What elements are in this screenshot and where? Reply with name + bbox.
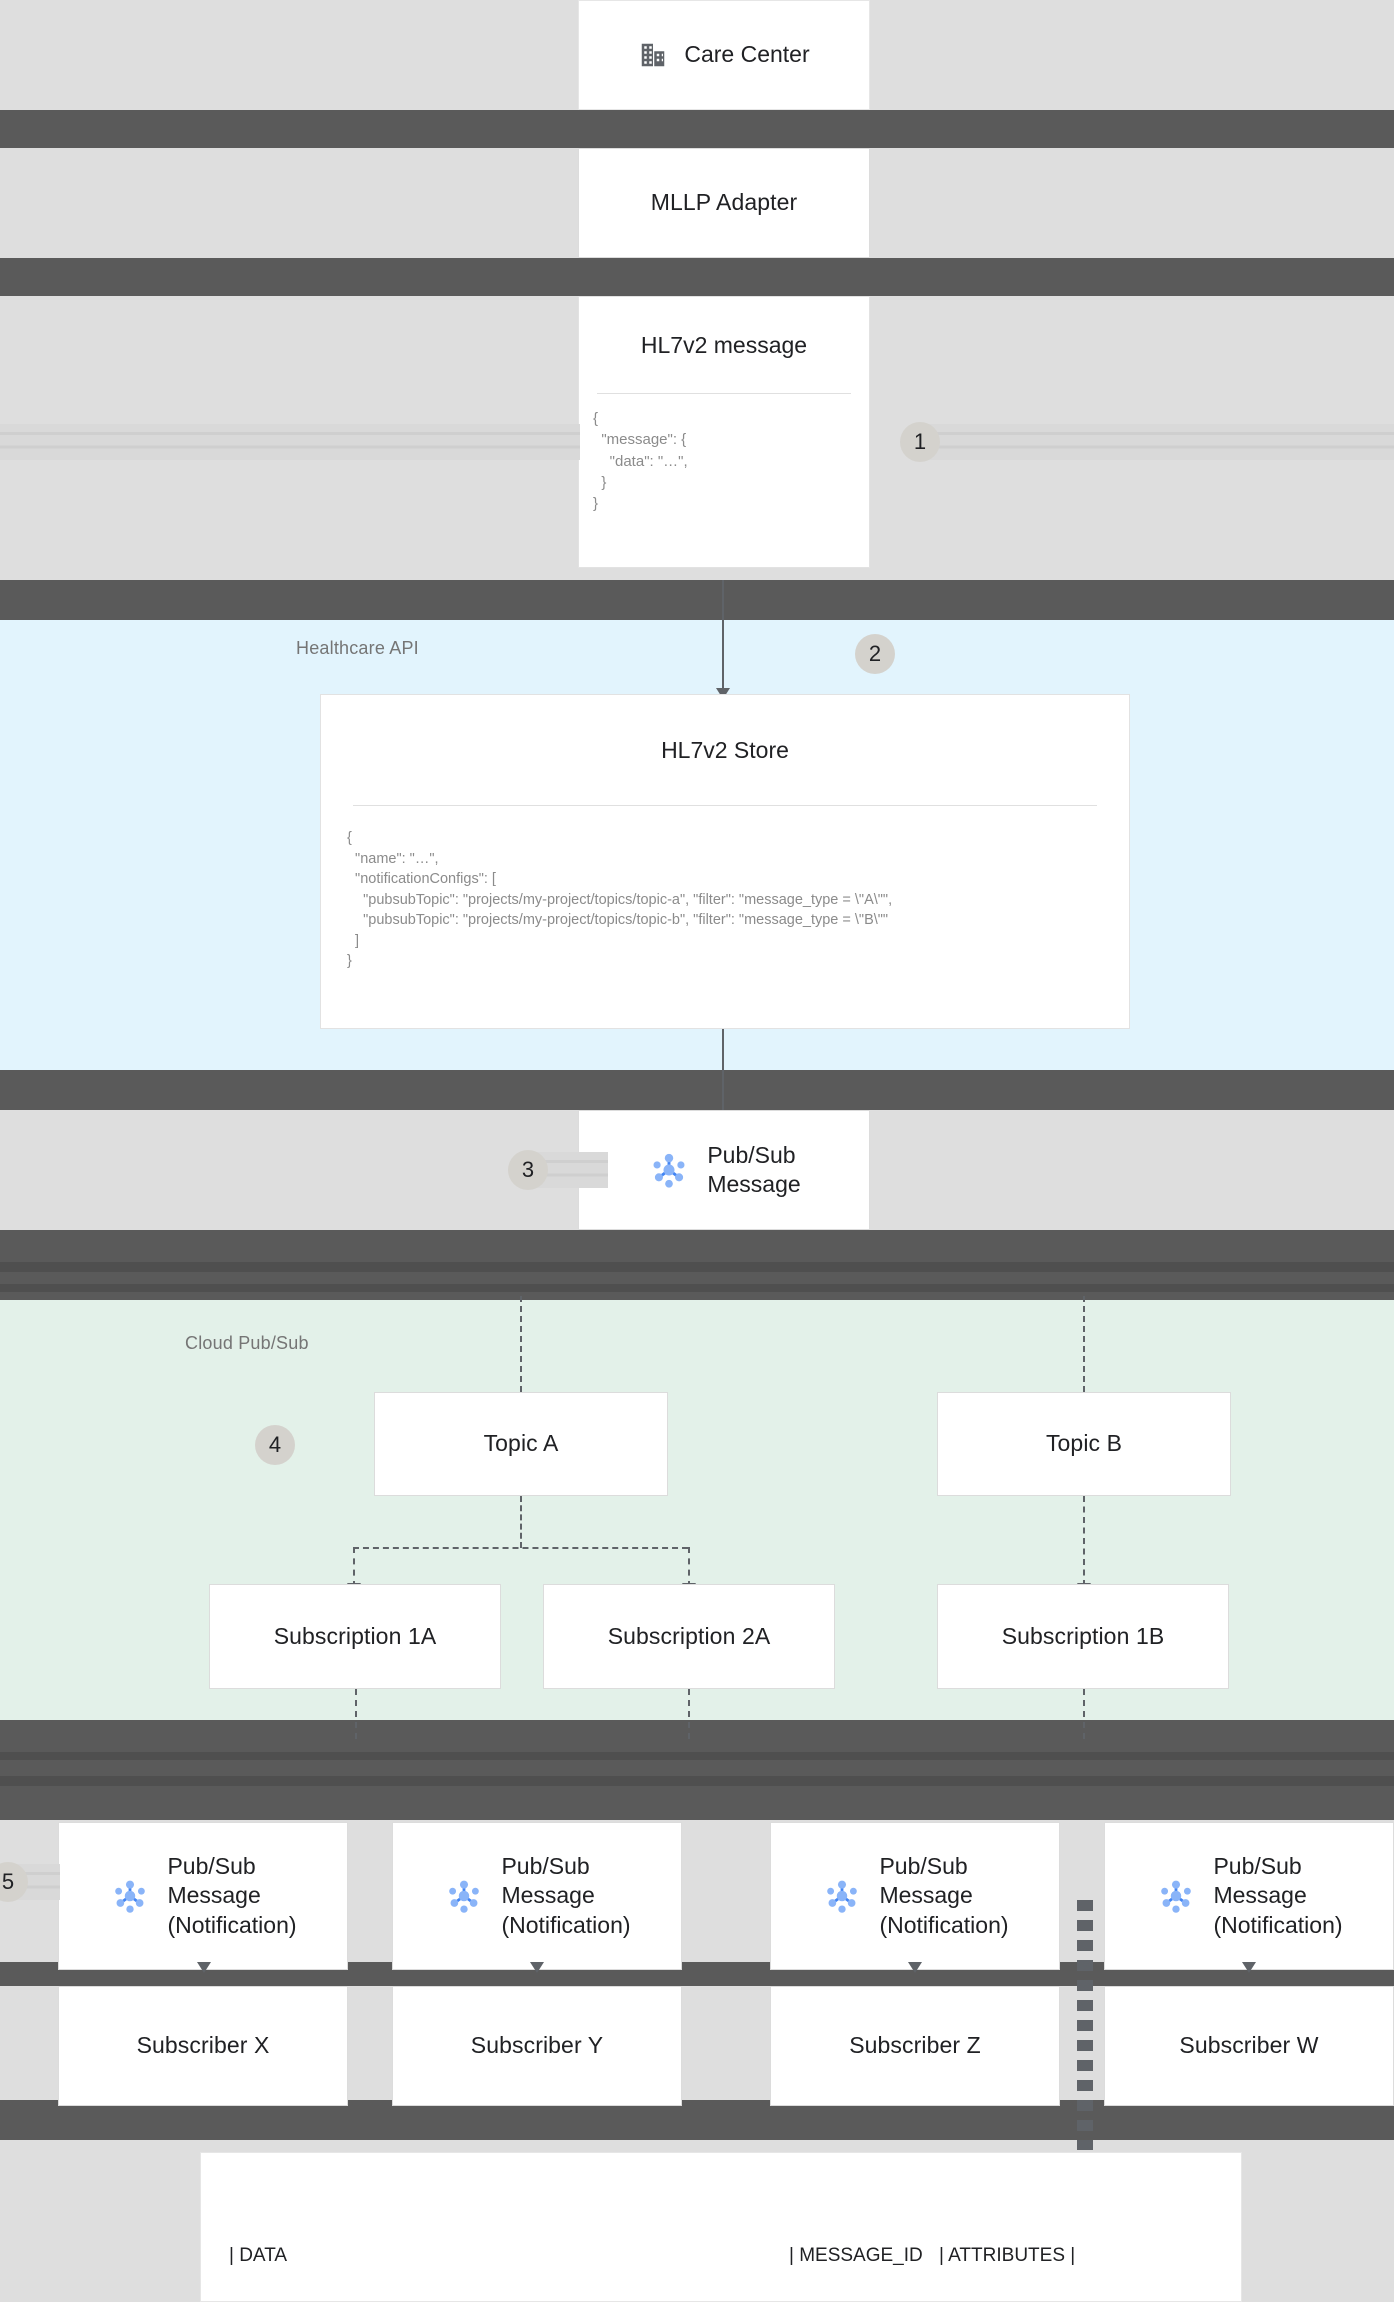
section-healthcare-api-label: Healthcare API (296, 638, 419, 658)
notification-1-content: Pub/Sub Message (Notification) (109, 1852, 297, 1940)
node-notification-message-3-label: Pub/Sub Message (Notification) (879, 1852, 1009, 1938)
fork-a-stem (520, 1496, 522, 1548)
node-hl7v2-store-label: HL7v2 Store (661, 736, 789, 763)
separator-5-stripe-a (0, 1262, 1394, 1272)
node-notification-message-1[interactable]: Pub/Sub Message (Notification) (58, 1822, 348, 1970)
node-notification-message-4[interactable]: Pub/Sub Message (Notification) (1104, 1822, 1394, 1970)
occluded-dashed-connector (1077, 1900, 1093, 2150)
node-subscription-2a-label: Subscription 2A (607, 1622, 771, 1649)
connector-sub-1a-down (355, 1689, 357, 1739)
badge-step-4: 4 (255, 1425, 295, 1465)
notification-2-content: Pub/Sub Message (Notification) (443, 1852, 631, 1940)
node-subscriber-z[interactable]: Subscriber Z (770, 1986, 1060, 2106)
node-subscriber-w-label: Subscriber W (1179, 2032, 1319, 2059)
output-header-message-id: | MESSAGE_ID (789, 2244, 923, 2266)
separator-2 (0, 258, 1394, 296)
arrowhead-subscriber-z (908, 1962, 922, 1973)
node-subscriber-x[interactable]: Subscriber X (58, 1986, 348, 2106)
node-hl7v2-store-json: { "name": "…", "notificationConfigs": [ … (347, 830, 893, 970)
pubsub-icon (647, 1148, 691, 1192)
node-topic-a[interactable]: Topic A (374, 1392, 668, 1496)
node-subscription-1b[interactable]: Subscription 1B (937, 1584, 1229, 1689)
output-header-data: | DATA (229, 2244, 288, 2266)
node-subscriber-w[interactable]: Subscriber W (1104, 1986, 1394, 2106)
connector-store-to-pubsub (722, 1029, 724, 1111)
separator-5-stripe-b (0, 1284, 1394, 1292)
node-topic-b-label: Topic B (1045, 1430, 1123, 1457)
pubsub-icon (443, 1875, 485, 1917)
output-table-header-row: | DATA | MESSAGE_ID | ATTRIBUTES | (229, 2241, 1213, 2272)
fork-a-right-drop (688, 1547, 690, 1587)
node-care-center-label: Care Center (684, 41, 810, 68)
separator-1 (0, 110, 1394, 148)
section-cloud-pubsub-label: Cloud Pub/Sub (185, 1333, 309, 1353)
notification-3-content: Pub/Sub Message (Notification) (821, 1852, 1009, 1940)
pubsub-icon (109, 1875, 151, 1917)
pubsub-message-content: Pub/Sub Message (647, 1141, 801, 1200)
node-notification-message-2-label: Pub/Sub Message (Notification) (501, 1852, 631, 1938)
node-pubsub-message[interactable]: Pub/Sub Message (578, 1110, 870, 1230)
pubsub-icon (1155, 1875, 1197, 1917)
node-mllp-adapter[interactable]: MLLP Adapter (578, 148, 870, 258)
separator-8 (0, 2100, 1394, 2140)
separator-3 (0, 580, 1394, 620)
separator-6 (0, 1720, 1394, 1820)
node-hl7v2-message-json: { "message": { "data": "…", } } (593, 410, 688, 513)
notification-4-content: Pub/Sub Message (Notification) (1155, 1852, 1343, 1940)
node-hl7v2-store[interactable]: HL7v2 Store { "name": "…", "notification… (320, 694, 1130, 1029)
connector-topic-b-to-sub-1b (1083, 1496, 1085, 1586)
building-icon (638, 40, 668, 70)
node-care-center[interactable]: Care Center (578, 0, 870, 110)
arrowhead-subscriber-x (197, 1962, 211, 1973)
node-subscription-1a-label: Subscription 1A (273, 1622, 437, 1649)
pubsub-icon (821, 1875, 863, 1917)
node-hl7v2-message[interactable]: HL7v2 message { "message": { "data": "…"… (578, 296, 870, 568)
node-notification-message-1-label: Pub/Sub Message (Notification) (167, 1852, 297, 1938)
node-topic-b[interactable]: Topic B (937, 1392, 1231, 1496)
node-subscriber-y[interactable]: Subscriber Y (392, 1986, 682, 2106)
output-header-attributes: | ATTRIBUTES | (939, 2244, 1076, 2266)
separator-4 (0, 1070, 1394, 1110)
node-subscriber-y-label: Subscriber Y (470, 2032, 604, 2059)
node-subscription-2a[interactable]: Subscription 2A (543, 1584, 835, 1689)
connector-sub-1b-down (1083, 1689, 1085, 1739)
node-topic-a-label: Topic A (483, 1430, 559, 1457)
connector-sub-2a-down (688, 1689, 690, 1739)
fork-a-bar (353, 1547, 688, 1549)
badge-1-rail (920, 424, 1394, 460)
care-center-content: Care Center (638, 40, 810, 70)
separator-6-stripe-b (0, 1776, 1394, 1786)
node-mllp-adapter-label: MLLP Adapter (650, 189, 798, 216)
badge-1-rail-left (0, 424, 580, 460)
arrowhead-subscriber-y (530, 1962, 544, 1973)
node-notification-message-4-label: Pub/Sub Message (Notification) (1213, 1852, 1343, 1938)
badge-step-1: 1 (900, 422, 940, 462)
badge-step-3: 3 (508, 1150, 548, 1190)
node-subscriber-x-label: Subscriber X (136, 2032, 270, 2059)
fork-a-left-drop (353, 1547, 355, 1587)
badge-step-2: 2 (855, 634, 895, 674)
node-notification-message-3[interactable]: Pub/Sub Message (Notification) (770, 1822, 1060, 1970)
architecture-diagram: Care Center MLLP Adapter HL7v2 message {… (0, 0, 1394, 2302)
arrowhead-subscriber-w (1242, 1962, 1256, 1973)
separator-6-stripe-a (0, 1752, 1394, 1760)
connector-pubsub-to-topic-b (1083, 1296, 1085, 1392)
node-notification-message-2[interactable]: Pub/Sub Message (Notification) (392, 1822, 682, 1970)
node-subscriber-z-label: Subscriber Z (849, 2032, 981, 2059)
node-hl7v2-message-label: HL7v2 message (640, 331, 808, 358)
node-subscription-1b-label: Subscription 1B (1001, 1622, 1165, 1649)
connector-pubsub-to-topic-a (520, 1296, 522, 1392)
node-pubsub-message-label: Pub/Sub Message (707, 1141, 801, 1197)
connector-message-to-store (722, 580, 724, 690)
node-subscription-1a[interactable]: Subscription 1A (209, 1584, 501, 1689)
output-table: | DATA | MESSAGE_ID | ATTRIBUTES | | ---… (200, 2152, 1242, 2302)
